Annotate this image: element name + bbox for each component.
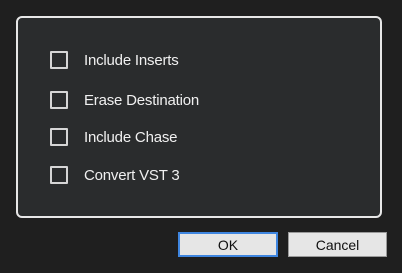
include-chase-option[interactable]: Include Chase <box>50 126 177 148</box>
cancel-button[interactable]: Cancel <box>288 232 387 257</box>
erase-destination-label: Erase Destination <box>84 91 199 109</box>
convert-vst3-label: Convert VST 3 <box>84 166 180 184</box>
include-inserts-label: Include Inserts <box>84 51 179 69</box>
include-inserts-option[interactable]: Include Inserts <box>50 49 179 71</box>
convert-vst3-option[interactable]: Convert VST 3 <box>50 164 180 186</box>
convert-vst3-checkbox[interactable] <box>50 166 68 184</box>
ok-button[interactable]: OK <box>178 232 278 257</box>
include-chase-checkbox[interactable] <box>50 128 68 146</box>
options-panel: Include Inserts Erase Destination Includ… <box>16 16 382 218</box>
include-chase-label: Include Chase <box>84 128 178 146</box>
include-inserts-checkbox[interactable] <box>50 51 68 69</box>
erase-destination-checkbox[interactable] <box>50 91 68 109</box>
erase-destination-option[interactable]: Erase Destination <box>50 89 199 111</box>
dialog: Include Inserts Erase Destination Includ… <box>0 0 402 273</box>
